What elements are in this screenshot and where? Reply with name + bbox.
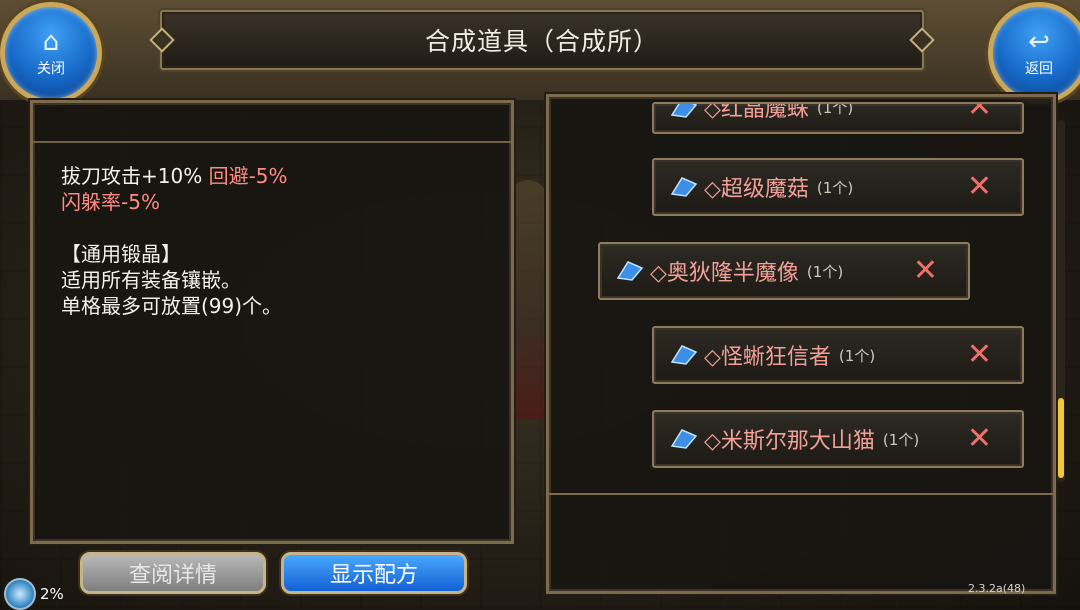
view-details-button[interactable]: 查阅详情 [80,552,266,594]
crystal-icon [670,177,698,197]
remove-icon[interactable]: ✕ [913,256,938,286]
title-bar: 合成道具（合成所） [149,10,935,70]
scrollbar-thumb[interactable] [1058,398,1064,478]
progress-percent: 2% [40,585,64,603]
material-quantity: (1个) [838,346,876,365]
material-quantity: (1个) [816,178,854,197]
material-item[interactable]: ◇超级魔菇 (1个) ✕ [652,158,1024,216]
remove-icon[interactable]: ✕ [967,172,992,202]
material-quantity: (1个) [816,102,854,117]
crystal-icon [670,104,698,118]
crystal-icon [670,345,698,365]
home-icon: ⌂ [42,27,60,57]
remove-icon[interactable]: ✕ [967,424,992,454]
description-panel: 拔刀攻击+10% 回避-5% 闪躲率-5% 【通用锻晶】 适用所有装备镶嵌。 单… [30,100,514,544]
material-name: ◇红晶魔蛛 [704,102,809,122]
close-button[interactable]: ⌂ 关闭 [0,2,102,104]
back-label: 返回 [1025,61,1053,77]
stat-penalty: 回避-5% [208,164,288,188]
description-panel-header [33,103,511,143]
progress-orb-icon [4,578,36,610]
material-item[interactable]: ◇怪蜥狂信者 (1个) ✕ [652,326,1024,384]
material-quantity: (1个) [882,430,920,449]
material-item-selected[interactable]: ◇奥狄隆半魔像 (1个) ✕ [598,242,970,300]
material-name: ◇米斯尔那大山猫 [704,429,875,454]
show-recipe-button[interactable]: 显示配方 [281,552,467,594]
page-title: 合成道具（合成所） [424,27,659,56]
material-name: ◇奥狄隆半魔像 [650,261,799,286]
crystal-icon [616,261,644,281]
version-label: 2.3.2a(48) [968,582,1026,595]
material-name: ◇怪蜥狂信者 [704,345,831,370]
material-quantity: (1个) [806,262,844,281]
stat-bonus: 拔刀攻击+10% [61,164,203,188]
remove-icon[interactable]: ✕ [967,104,992,122]
description-line: 拔刀攻击+10% 回避-5% [61,163,288,189]
item-category: 【通用锻晶】 [61,242,181,266]
return-arrow-icon: ↩ [1028,27,1050,57]
description-line: 适用所有装备镶嵌。 [61,268,241,292]
material-name: ◇超级魔菇 [704,177,809,202]
back-button[interactable]: ↩ 返回 [988,2,1080,104]
status-indicator: 2% [4,578,64,610]
background-character [508,180,548,420]
crystal-icon [670,429,698,449]
panel-divider [549,493,1053,495]
material-item[interactable]: ◇红晶魔蛛 (1个) ✕ [652,102,1024,134]
stat-penalty: 闪躲率-5% [61,190,160,214]
item-description: 拔刀攻击+10% 回避-5% 闪躲率-5% 【通用锻晶】 适用所有装备镶嵌。 单… [61,163,288,319]
close-label: 关闭 [37,61,65,77]
remove-icon[interactable]: ✕ [967,340,992,370]
description-line: 单格最多可放置(99)个。 [61,294,283,318]
material-item[interactable]: ◇米斯尔那大山猫 (1个) ✕ [652,410,1024,468]
